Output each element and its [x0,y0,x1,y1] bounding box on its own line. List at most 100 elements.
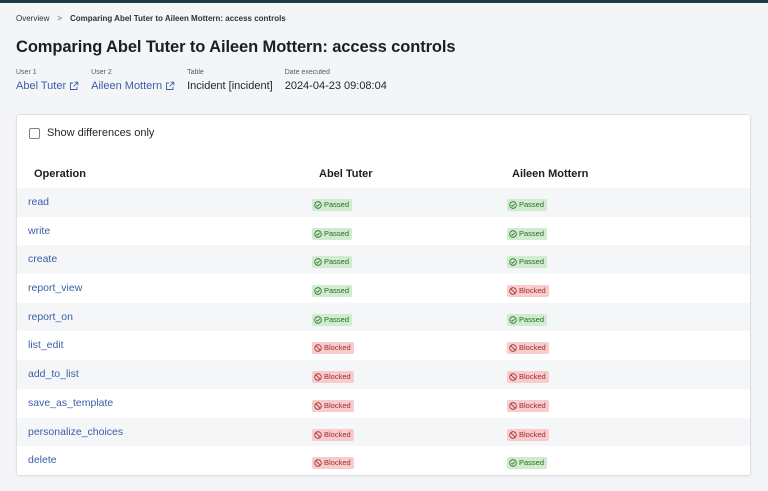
table-row: write Passed Passed [17,217,750,246]
check-circle-icon [314,229,322,238]
user1-status-badge: Blocked [312,342,354,355]
show-differences-toggle[interactable]: Show differences only [29,127,154,139]
table-row: add_to_list Blocked Blocked [17,360,750,389]
check-circle-icon [509,201,517,209]
operation-link[interactable]: list_edit [28,339,64,351]
user1-result-cell: Passed [312,253,353,271]
blocked-circle-icon [509,430,517,439]
status-text: Passed [324,257,350,267]
blocked-circle-icon [314,430,322,439]
user2-status-badge: Blocked [507,399,549,412]
user1-status-badge: Blocked [312,457,354,470]
status-text: Blocked [519,400,546,410]
check-circle-icon [314,316,322,324]
user2-result-cell: Passed [507,196,548,214]
operation-link[interactable]: report_on [28,311,73,323]
table-header: Operation Abel Tuter Aileen Mottern [17,165,750,185]
operation-link[interactable]: add_to_list [28,368,79,380]
external-link-icon[interactable] [165,81,175,91]
user1-status-badge: Passed [312,313,353,326]
status-text: Passed [519,200,545,209]
breadcrumb: Overview > Comparing Abel Tuter to Ailee… [16,14,286,23]
status-text: Blocked [324,458,351,468]
user1-result-cell: Blocked [312,426,354,444]
operation-link[interactable]: save_as_template [28,397,113,409]
user1-status-badge: Blocked [312,399,354,412]
blocked-circle-icon [314,373,322,381]
check-circle-icon [509,258,517,267]
user1-result-cell: Passed [312,225,353,243]
user1-result-cell: Passed [312,196,353,214]
user1-result-cell: Blocked [312,397,354,415]
status-text: Blocked [324,400,351,410]
user1-link[interactable]: Abel Tuter [16,80,79,92]
meta-table: Table Incident [incident] [187,69,273,92]
operation-link[interactable]: write [28,225,50,237]
user2-result-cell: Passed [507,225,548,243]
header-user1: Abel Tuter [319,168,373,180]
user1-status-badge: Blocked [312,371,354,384]
blocked-circle-icon [509,373,517,381]
status-text: Blocked [519,286,546,296]
user2-status-badge: Blocked [507,285,549,298]
meta-date-label: Date executed [284,69,330,76]
user2-status-badge: Blocked [507,371,549,384]
check-circle-icon [509,459,517,467]
status-text: Passed [324,314,350,324]
table-row: list_edit Blocked Blocked [17,331,750,360]
user2-result-cell: Passed [507,311,548,329]
user1-result-cell: Passed [312,282,353,300]
user2-link[interactable]: Aileen Mottern [91,80,175,92]
meta-user2: User 2 Aileen Mottern [91,69,175,92]
check-circle-icon [509,229,517,238]
breadcrumb-overview-link[interactable]: Overview [16,14,49,23]
show-differences-checkbox[interactable] [29,127,40,139]
show-differences-label: Show differences only [47,127,155,139]
table-row: delete Blocked Passed [17,446,750,475]
status-text: Passed [324,228,350,238]
blocked-circle-icon [314,402,322,410]
check-circle-icon [509,316,517,324]
user2-status-badge: Passed [507,227,548,240]
user1-name: Abel Tuter [16,80,67,92]
user2-name: Aileen Mottern [91,80,163,92]
user2-result-cell: Blocked [507,339,549,357]
user2-result-cell: Passed [507,454,548,472]
operation-link[interactable]: delete [28,454,57,466]
user1-result-cell: Blocked [312,454,354,472]
user2-status-badge: Passed [507,256,548,269]
user2-result-cell: Blocked [507,426,549,444]
header-user2: Aileen Mottern [512,168,589,180]
blocked-circle-icon [314,459,322,467]
meta-user2-label: User 2 [91,69,112,76]
user2-result-cell: Passed [507,253,548,271]
status-text: Blocked [324,372,351,382]
user2-status-badge: Passed [507,457,548,470]
blocked-circle-icon [509,402,517,410]
user1-status-badge: Passed [312,285,353,298]
table-row: save_as_template Blocked Blocked [17,389,750,418]
user2-status-badge: Blocked [507,342,549,355]
page-title: Comparing Abel Tuter to Aileen Mottern: … [16,38,456,56]
table-body: read Passed Passed write Passed Passed create P… [17,188,750,475]
user1-status-badge: Passed [312,227,353,240]
blocked-circle-icon [509,287,517,295]
status-text: Passed [519,228,545,238]
user2-status-badge: Blocked [507,428,549,441]
meta-user1-label: User 1 [16,69,37,76]
blocked-circle-icon [509,344,517,353]
operation-link[interactable]: report_view [28,282,82,294]
meta-date-value: 2024-04-23 09:08:04 [284,80,387,92]
operation-link[interactable]: personalize_choices [28,426,123,438]
table-row: personalize_choices Blocked Blocked [17,417,750,447]
user2-result-cell: Blocked [507,397,549,415]
operation-link[interactable]: read [28,196,49,208]
operation-link[interactable]: create [28,253,57,265]
comparison-meta: User 1 Abel Tuter User 2 Aileen Mottern … [16,69,399,92]
user1-status-badge: Blocked [312,428,354,441]
header-operation: Operation [34,168,86,180]
table-row: report_view Passed Blocked [17,274,750,303]
results-card: Show differences only Operation Abel Tut… [16,114,751,476]
external-link-icon[interactable] [69,81,79,91]
status-text: Passed [519,314,545,324]
